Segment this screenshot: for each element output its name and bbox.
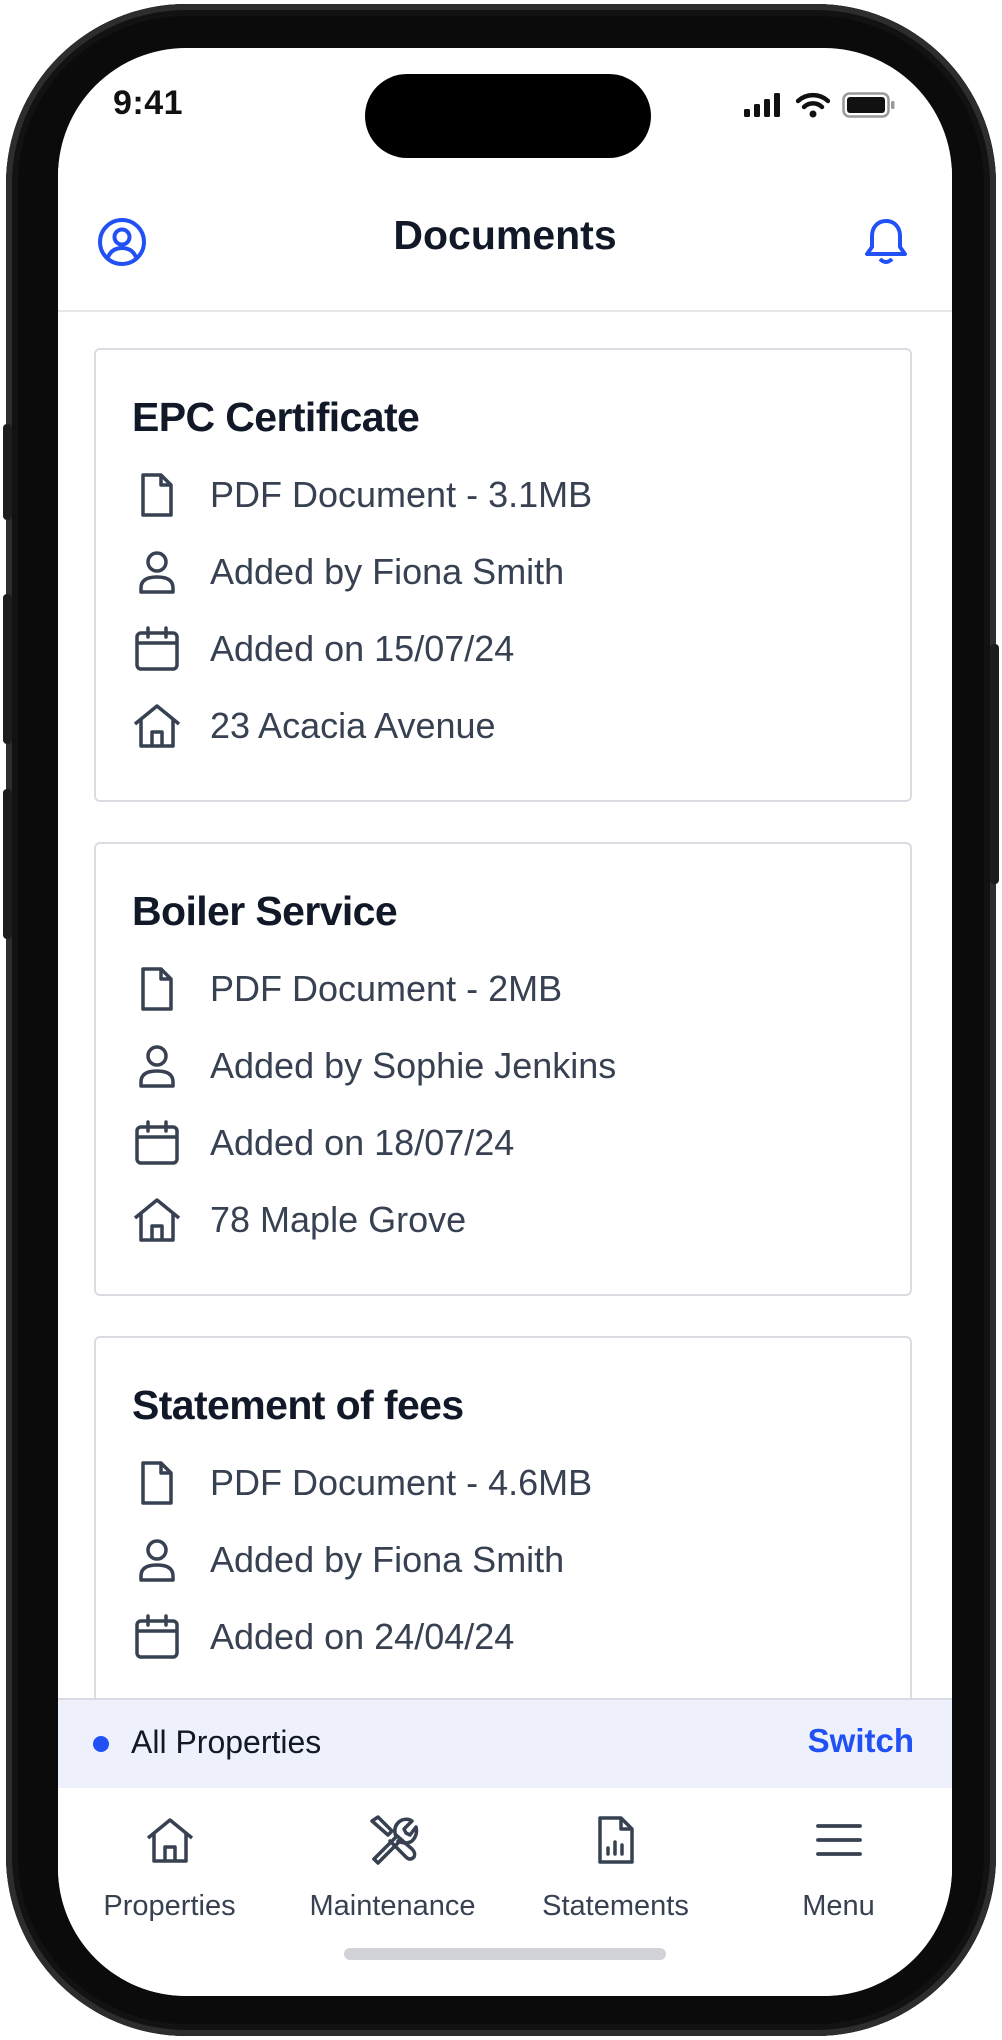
home-icon — [132, 1195, 182, 1245]
status-icons — [744, 92, 896, 118]
document-title: Statement of fees — [132, 1382, 464, 1428]
document-date-row: Added on 24/04/24 — [132, 1612, 514, 1662]
volume-up-button — [3, 594, 12, 744]
property-selector-bar: All Properties Switch — [58, 1698, 952, 1790]
document-file-info: PDF Document - 4.6MB — [210, 1462, 593, 1503]
document-title: Boiler Service — [132, 888, 398, 934]
document-property-row: 23 Acacia Avenue — [132, 701, 496, 751]
menu-icon — [727, 1812, 950, 1868]
document-card[interactable]: Boiler Service PDF Document - 2MB Added … — [94, 842, 912, 1296]
file-icon — [132, 964, 182, 1014]
status-time: 9:41 — [113, 84, 184, 122]
phone-frame: 9:41 Documents EPC Certificate PDF Docum… — [3, 4, 999, 2036]
document-property-row: 78 Maple Grove — [132, 1195, 466, 1245]
device-stage: 9:41 Documents EPC Certificate PDF Docum… — [0, 0, 1002, 2040]
wifi-icon — [796, 92, 830, 118]
document-author-row: Added by Fiona Smith — [132, 547, 564, 597]
document-card[interactable]: EPC Certificate PDF Document - 3.1MB Add… — [94, 348, 912, 802]
document-title: EPC Certificate — [132, 394, 420, 440]
dynamic-island — [365, 74, 651, 158]
document-date-row: Added on 15/07/24 — [132, 624, 514, 674]
document-author: Added by Sophie Jenkins — [210, 1045, 617, 1086]
tools-icon — [281, 1812, 504, 1868]
bell-icon — [865, 219, 907, 264]
property-filter-label: All Properties — [131, 1724, 322, 1760]
power-button — [990, 644, 999, 884]
document-date-row: Added on 18/07/24 — [132, 1118, 514, 1168]
calendar-icon — [132, 624, 182, 674]
document-author-row: Added by Fiona Smith — [132, 1535, 564, 1585]
notifications-button[interactable] — [858, 214, 914, 270]
document-author: Added by Fiona Smith — [210, 551, 565, 592]
file-icon — [132, 470, 182, 520]
tab-statements[interactable]: Statements — [504, 1812, 727, 1923]
document-author: Added by Fiona Smith — [210, 1539, 565, 1580]
tab-label: Statements — [542, 1890, 689, 1922]
document-file-info: PDF Document - 2MB — [210, 968, 563, 1009]
document-property: 78 Maple Grove — [210, 1199, 467, 1240]
cellular-signal-icon — [744, 93, 780, 117]
app-header: Documents — [58, 168, 952, 312]
document-author-row: Added by Sophie Jenkins — [132, 1041, 616, 1091]
tab-maintenance[interactable]: Maintenance — [281, 1812, 504, 1923]
document-date: Added on 18/07/24 — [210, 1122, 515, 1163]
tab-label: Maintenance — [309, 1890, 476, 1922]
home-icon — [132, 701, 182, 751]
volume-down-button — [3, 789, 12, 939]
app-screen: 9:41 Documents EPC Certificate PDF Docum… — [58, 48, 952, 1996]
document-file-row: PDF Document - 2MB — [132, 964, 562, 1014]
chart-document-icon — [504, 1812, 727, 1868]
file-icon — [132, 1458, 182, 1508]
battery-icon — [842, 92, 895, 118]
document-file-info: PDF Document - 3.1MB — [210, 474, 593, 515]
document-date: Added on 15/07/24 — [210, 628, 515, 669]
page-title: Documents — [393, 212, 617, 258]
document-date: Added on 24/04/24 — [210, 1616, 515, 1657]
user-icon — [132, 1535, 182, 1585]
bottom-tab-bar: Properties Maintenance Statements Menu — [58, 1788, 952, 1996]
document-file-row: PDF Document - 3.1MB — [132, 470, 592, 520]
calendar-icon — [132, 1612, 182, 1662]
tab-menu[interactable]: Menu — [727, 1812, 950, 1923]
document-file-row: PDF Document - 4.6MB — [132, 1458, 592, 1508]
switch-property-button[interactable]: Switch — [808, 1722, 914, 1760]
document-property: 23 Acacia Avenue — [210, 705, 496, 746]
active-indicator-dot — [93, 1736, 109, 1752]
calendar-icon — [132, 1118, 182, 1168]
home-icon — [58, 1812, 281, 1868]
user-icon — [132, 1041, 182, 1091]
user-icon — [132, 547, 182, 597]
tab-label: Menu — [802, 1890, 875, 1922]
tab-label: Properties — [103, 1890, 236, 1922]
home-indicator — [344, 1948, 666, 1960]
tab-properties[interactable]: Properties — [58, 1812, 281, 1923]
mute-switch — [3, 424, 12, 520]
